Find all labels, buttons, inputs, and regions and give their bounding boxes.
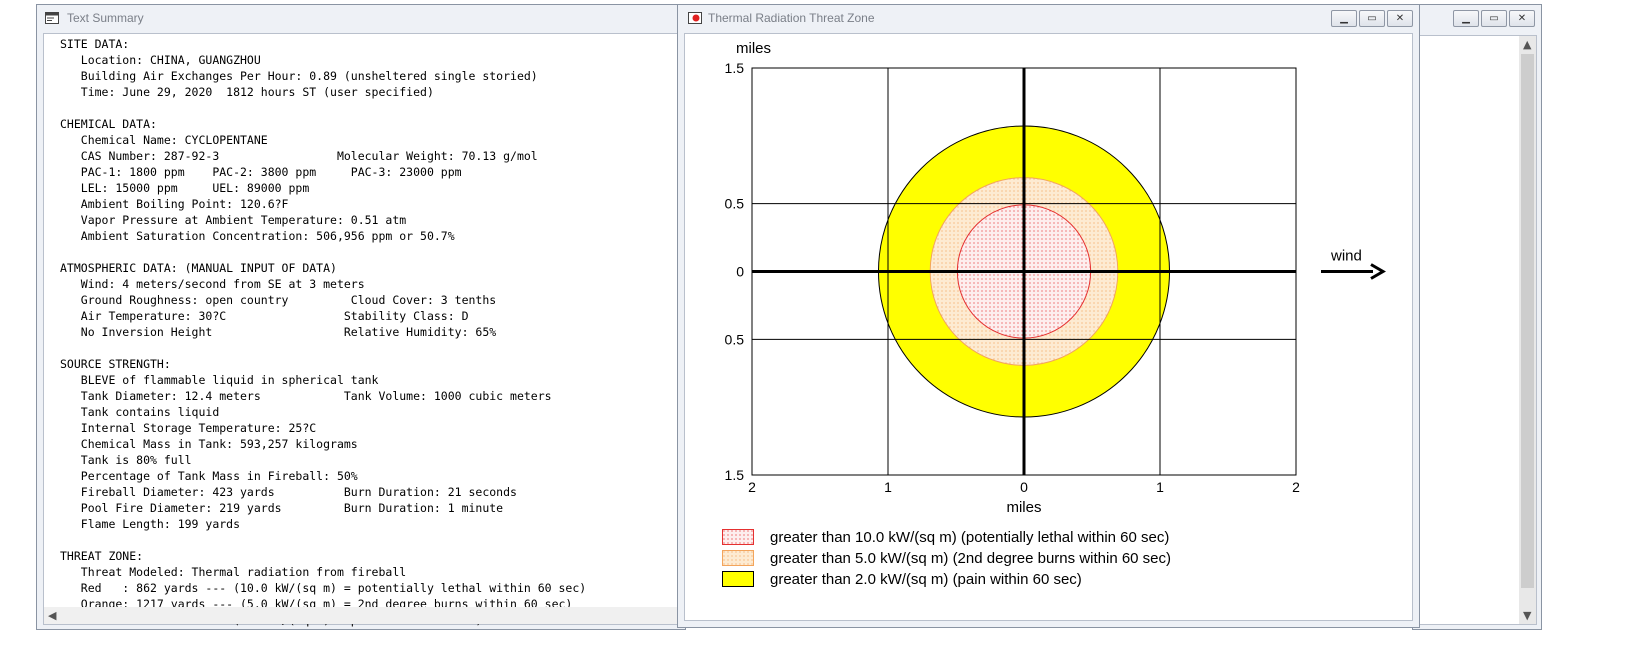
y-tick-label: 1.5 [725,467,745,483]
background-window-client: ▲ ▼ [1419,35,1537,625]
legend-swatch [722,571,754,587]
x-tick-label: 0 [1020,479,1028,495]
threat-zone-app-icon [688,12,702,24]
text-summary-client: SITE DATA: Location: CHINA, GUANGZHOU Bu… [43,33,685,627]
threat-zone-client: 2 1 0 1 2 1.5 0.5 0 0.5 1.5 miles miles wind greater… [684,33,1413,621]
y-axis-label: miles [736,40,771,57]
wind-label: wind [1330,248,1362,265]
scroll-up-icon[interactable]: ▲ [1523,38,1531,51]
y-tick-label: 0.5 [725,331,745,347]
threat-zone-window[interactable]: Thermal Radiation Threat Zone ▁ ▭ ✕ 2 1 0 1 [677,4,1420,628]
legend-label: greater than 10.0 kW/(sq m) (potentially… [770,528,1170,546]
background-window-titlebar[interactable]: ▁ ▭ ✕ [1413,5,1541,33]
scroll-down-icon[interactable]: ▼ [1523,609,1531,622]
background-window[interactable]: ▁ ▭ ✕ ▲ ▼ [1412,4,1542,630]
y-tick-label: 0.5 [725,196,745,212]
threat-zone-chart: 2 1 0 1 21.50.500.51.5milesmileswind [725,40,1386,516]
summary-text: SITE DATA: Location: CHINA, GUANGZHOU Bu… [60,37,587,627]
legend-item: greater than 5.0 kW/(sq m) (2nd degree b… [722,549,1171,567]
scroll-left-icon[interactable]: ◀ [48,609,56,622]
minimize-icon: ▁ [1340,12,1348,24]
threat-zone-title: Thermal Radiation Threat Zone [708,11,875,25]
vertical-scrollbar[interactable]: ▲ ▼ [1519,36,1536,624]
legend-label: greater than 2.0 kW/(sq m) (pain within … [770,570,1082,588]
maximize-button[interactable]: ▭ [1359,10,1385,27]
y-tick-label: 1.5 [725,60,745,76]
legend-swatch [722,529,754,545]
legend-item: greater than 10.0 kW/(sq m) (potentially… [722,528,1169,546]
x-tick-label: 1 [1156,479,1164,495]
scrollbar-thumb[interactable] [1521,54,1534,588]
y-tick-label: 0 [736,264,744,280]
x-tick-label: 2 [1292,479,1300,495]
threat-zone-titlebar[interactable]: Thermal Radiation Threat Zone ▁ ▭ ✕ [678,5,1419,33]
legend-item: greater than 2.0 kW/(sq m) (pain within … [722,570,1082,588]
maximize-icon: ▭ [1489,12,1499,24]
maximize-icon: ▭ [1367,12,1377,24]
minimize-button[interactable]: ▁ [1453,10,1479,27]
text-summary-window[interactable]: Text Summary SITE DATA: Location: CHINA,… [36,4,686,630]
text-summary-titlebar[interactable]: Text Summary [37,5,685,31]
horizontal-scrollbar[interactable]: ◀ [44,607,684,624]
text-summary-app-icon [45,12,59,24]
threat-zone-controls: ▁ ▭ ✕ [1331,10,1413,27]
maximize-button[interactable]: ▭ [1481,10,1507,27]
text-summary-title: Text Summary [67,11,144,25]
close-icon: ✕ [1517,12,1527,24]
legend-swatch [722,550,754,566]
close-button[interactable]: ✕ [1509,10,1535,27]
minimize-icon: ▁ [1462,12,1470,24]
x-tick-label: 1 [884,479,892,495]
close-button[interactable]: ✕ [1387,10,1413,27]
x-tick-label: 2 [748,479,756,495]
background-window-controls: ▁ ▭ ✕ [1453,10,1535,27]
close-icon: ✕ [1395,12,1405,24]
minimize-button[interactable]: ▁ [1331,10,1357,27]
x-axis-label: miles [1006,499,1041,516]
legend-label: greater than 5.0 kW/(sq m) (2nd degree b… [770,549,1172,567]
